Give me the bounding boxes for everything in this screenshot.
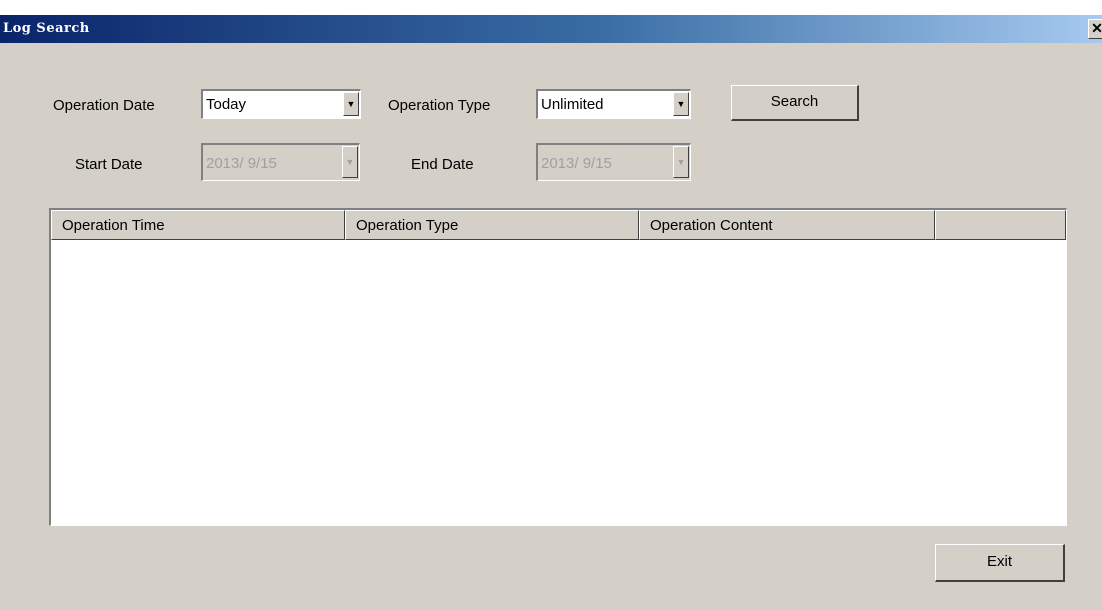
title-bar[interactable]: Log Search ✕ [0, 15, 1102, 43]
table-header: Operation Time Operation Type Operation … [51, 210, 1066, 240]
operation-date-value: Today [206, 96, 247, 113]
operation-type-value: Unlimited [541, 96, 604, 113]
start-date-picker[interactable]: 2013/ 9/15 ▼ [201, 143, 360, 181]
start-date-label: Start Date [75, 156, 143, 173]
operation-date-select[interactable]: Today ▼ [201, 89, 361, 119]
log-search-window: Log Search ✕ Operation Date Today ▼ Oper… [0, 15, 1102, 610]
chevron-down-icon[interactable]: ▼ [673, 92, 689, 116]
search-button[interactable]: Search [731, 85, 859, 121]
log-results-table[interactable]: Operation Time Operation Type Operation … [49, 208, 1067, 526]
operation-type-select[interactable]: Unlimited ▼ [536, 89, 691, 119]
column-header-operation-time[interactable]: Operation Time [51, 210, 345, 240]
end-date-label: End Date [411, 156, 474, 173]
end-date-picker[interactable]: 2013/ 9/15 ▼ [536, 143, 691, 181]
column-header-operation-type[interactable]: Operation Type [345, 210, 639, 240]
start-date-value: 2013/ 9/15 [206, 155, 277, 172]
operation-date-label: Operation Date [53, 97, 155, 114]
end-date-value: 2013/ 9/15 [541, 155, 612, 172]
exit-button[interactable]: Exit [935, 544, 1065, 582]
chevron-down-icon[interactable]: ▼ [343, 92, 359, 116]
column-header-operation-content[interactable]: Operation Content [639, 210, 935, 240]
chevron-down-icon[interactable]: ▼ [342, 146, 358, 178]
operation-type-label: Operation Type [388, 97, 491, 114]
column-header-extra[interactable] [935, 210, 1066, 240]
window-title: Log Search [3, 21, 90, 36]
close-icon[interactable]: ✕ [1088, 19, 1102, 39]
chevron-down-icon[interactable]: ▼ [673, 146, 689, 178]
